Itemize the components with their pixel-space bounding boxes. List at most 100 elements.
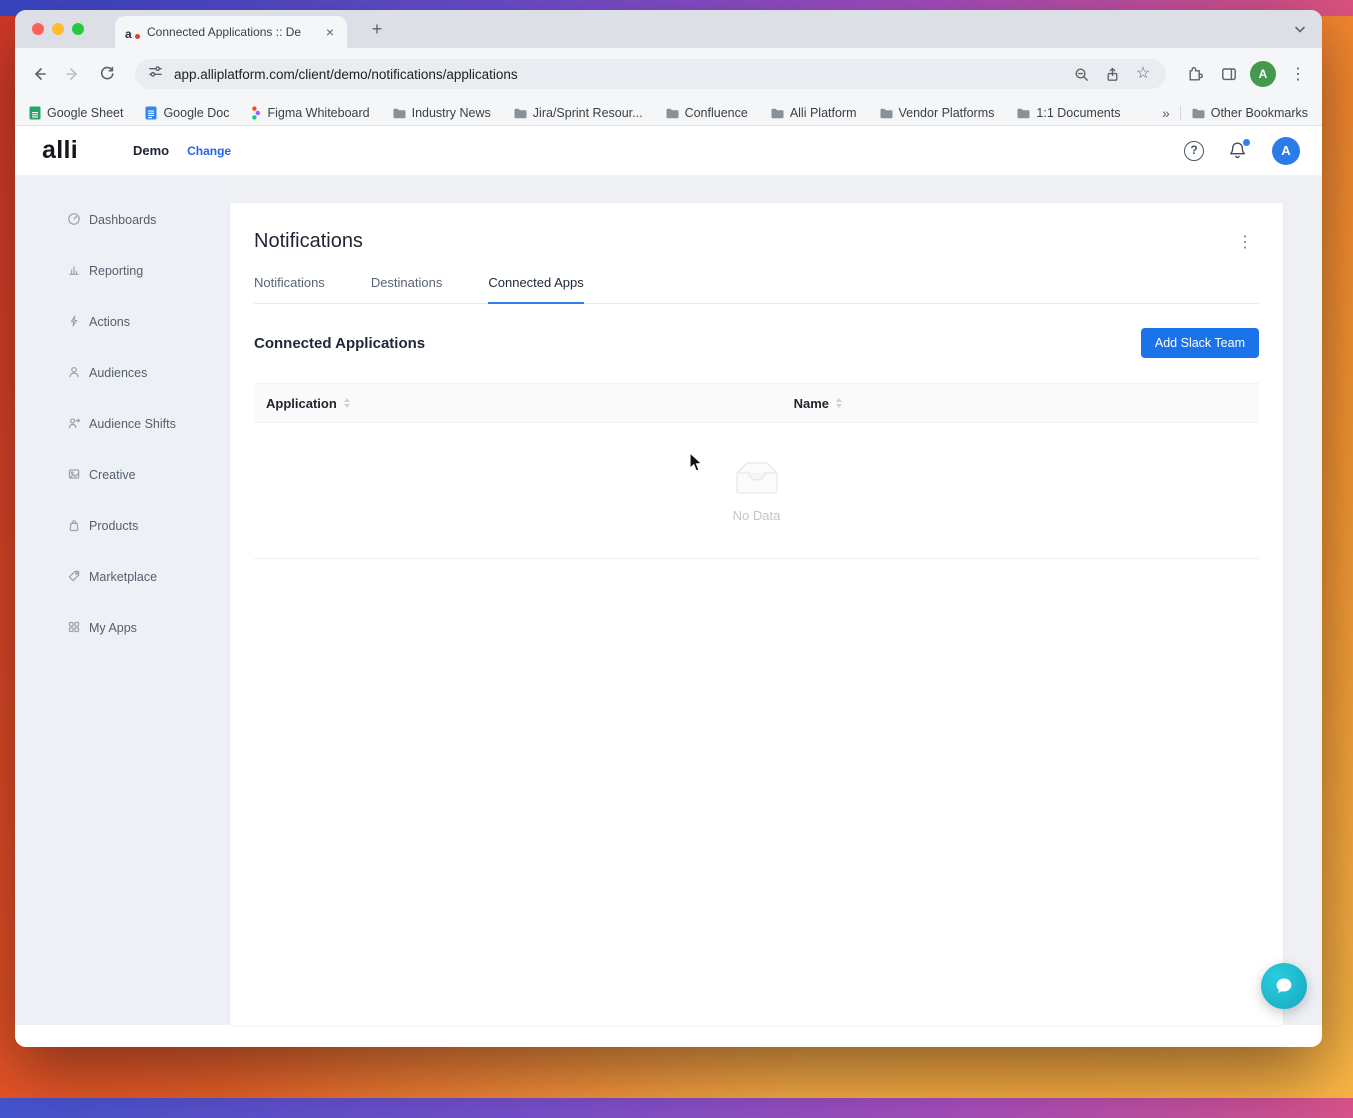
sidebar-item-reporting[interactable]: Reporting [15,245,230,296]
mouse-cursor [689,452,704,478]
sidebar-item-products[interactable]: Products [15,500,230,551]
my-apps-icon [67,620,81,634]
tab-notifications[interactable]: Notifications [254,275,325,303]
share-icon[interactable] [1101,63,1123,85]
browser-window: a Connected Applications :: De × + [15,10,1322,1047]
site-favicon: a [125,25,140,40]
tab-close-icon[interactable]: × [323,24,337,40]
zoom-window-button[interactable] [72,23,84,35]
browser-toolbar: app.alliplatform.com/client/demo/notific… [15,48,1322,100]
actions-icon [67,314,81,328]
forward-icon[interactable] [59,60,87,88]
browser-tab[interactable]: a Connected Applications :: De × [115,16,347,48]
chat-widget-button[interactable] [1261,963,1307,1009]
section-header: Connected Applications Add Slack Team [254,328,1259,358]
other-bookmarks[interactable]: Other Bookmarks [1191,106,1308,120]
notifications-bell-icon[interactable] [1227,140,1249,162]
sidebar-item-audiences[interactable]: Audiences [15,347,230,398]
folder-icon [513,107,527,119]
page-tabs: Notifications Destinations Connected App… [254,275,1259,304]
minimize-window-button[interactable] [52,23,64,35]
section-title: Connected Applications [254,335,425,352]
folder-icon [770,107,784,119]
products-icon [67,518,81,532]
reporting-icon [67,263,81,277]
bookmark-industry-news[interactable]: Industry News [392,106,491,120]
no-data-text: No Data [733,508,781,523]
app-body: Dashboards Reporting Actions Audiences [15,176,1322,1025]
notification-dot [1243,139,1250,146]
back-icon[interactable] [25,60,53,88]
table-header-row: Application Name [254,383,1259,423]
sidebar-item-marketplace[interactable]: Marketplace [15,551,230,602]
folder-icon [879,107,893,119]
help-icon[interactable]: ? [1184,141,1204,161]
tab-search-chevron-icon[interactable] [1290,19,1310,39]
folder-icon [665,107,679,119]
dashboard-icon [67,212,81,226]
alli-logo[interactable]: alli [42,136,78,165]
url-text: app.alliplatform.com/client/demo/notific… [174,67,1061,82]
sidebar-item-creative[interactable]: Creative [15,449,230,500]
sidebar-item-my-apps[interactable]: My Apps [15,602,230,653]
browser-menu-icon[interactable]: ⋮ [1284,64,1312,84]
client-name: Demo [133,143,169,158]
bookmark-confluence[interactable]: Confluence [665,106,748,120]
change-client-link[interactable]: Change [187,144,231,158]
bookmark-google-sheet[interactable]: Google Sheet [29,106,123,120]
tab-connected-apps[interactable]: Connected Apps [488,275,583,303]
bookmarks-divider [1180,106,1181,120]
user-avatar[interactable]: A [1272,137,1300,165]
extensions-icon[interactable] [1182,61,1208,87]
bookmarks-overflow-chevron[interactable]: » [1154,105,1178,121]
column-header-application[interactable]: Application [254,396,782,411]
new-tab-button[interactable]: + [365,18,389,42]
google-doc-icon [145,106,157,120]
web-page: alli Demo Change ? A Dashboa [15,126,1322,1047]
audiences-icon [67,365,81,379]
app-header: alli Demo Change ? A [15,126,1322,176]
sidebar-nav: Dashboards Reporting Actions Audiences [15,176,230,1025]
creative-icon [67,467,81,481]
main-content: Notifications ⋮ Notifications Destinatio… [230,176,1322,1025]
sort-icon [344,398,350,408]
bookmark-jira-sprint[interactable]: Jira/Sprint Resour... [513,106,643,120]
applications-table: Application Name [254,383,1259,559]
folder-icon [1191,107,1205,119]
bookmark-google-doc[interactable]: Google Doc [145,106,229,120]
notifications-card: Notifications ⋮ Notifications Destinatio… [230,203,1283,1025]
empty-state: No Data [254,423,1259,559]
close-window-button[interactable] [32,23,44,35]
google-sheet-icon [29,106,41,120]
desktop-wallpaper: a Connected Applications :: De × + [0,0,1353,1118]
side-panel-icon[interactable] [1216,61,1242,87]
bookmark-vendor-platforms[interactable]: Vendor Platforms [879,106,995,120]
site-settings-icon[interactable] [147,63,164,85]
browser-profile-avatar[interactable]: A [1250,61,1276,87]
reload-icon[interactable] [93,60,121,88]
page-title: Notifications [254,203,1259,253]
bookmark-1-1-documents[interactable]: 1:1 Documents [1016,106,1120,120]
tab-destinations[interactable]: Destinations [371,275,443,303]
figma-icon [251,106,261,120]
bookmark-alli-platform[interactable]: Alli Platform [770,106,857,120]
add-slack-team-button[interactable]: Add Slack Team [1141,328,1259,358]
folder-icon [1016,107,1030,119]
bookmark-star-icon[interactable]: ☆ [1132,63,1154,85]
bookmarks-bar: Google Sheet Google Doc Figma Whiteboard… [15,100,1322,126]
sidebar-item-audience-shifts[interactable]: Audience Shifts [15,398,230,449]
card-menu-icon[interactable]: ⋮ [1237,235,1253,251]
address-bar[interactable]: app.alliplatform.com/client/demo/notific… [135,59,1166,89]
sidebar-item-dashboards[interactable]: Dashboards [15,194,230,245]
audience-shifts-icon [67,416,81,430]
column-header-name[interactable]: Name [782,396,1259,411]
chat-bubble-icon [1273,975,1295,997]
zoom-out-icon[interactable] [1070,63,1092,85]
tab-strip: a Connected Applications :: De × + [15,10,1322,48]
sort-icon [836,398,842,408]
sidebar-item-actions[interactable]: Actions [15,296,230,347]
empty-inbox-icon [725,459,789,500]
bookmark-figma-whiteboard[interactable]: Figma Whiteboard [251,106,369,120]
marketplace-icon [67,569,81,583]
folder-icon [392,107,406,119]
